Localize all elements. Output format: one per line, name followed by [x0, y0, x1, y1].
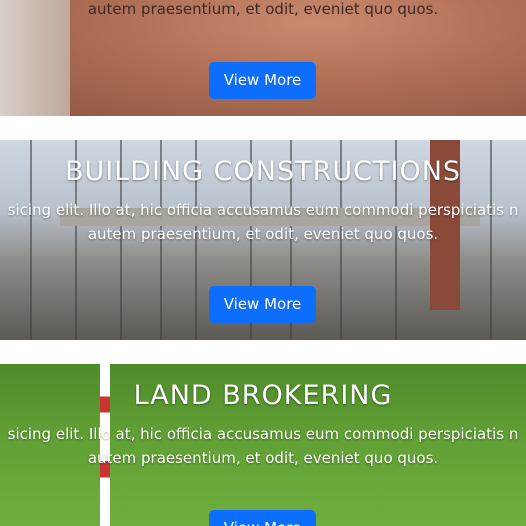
background-image [0, 0, 70, 116]
section-description-line: sicing elit. Illo at, hic officia accusa… [7, 425, 519, 443]
service-section-building-constructions: BUILDING CONSTRUCTIONS sicing elit. Illo… [0, 140, 526, 340]
section-description-line: sicing elit. Illo at, hic officia accusa… [7, 201, 519, 219]
section-description-line: autem praesentium, et odit, eveniet quo … [87, 0, 439, 18]
section-title: LAND BROKERING [133, 380, 393, 411]
section-description-line: autem praesentium, et odit, eveniet quo … [87, 225, 439, 243]
view-more-button[interactable]: View More [209, 62, 316, 99]
section-description-line: autem praesentium, et odit, eveniet quo … [87, 449, 439, 467]
service-section-land-brokering: LAND BROKERING sicing elit. Illo at, hic… [0, 364, 526, 526]
view-more-button[interactable]: View More [209, 510, 316, 526]
view-more-button[interactable]: View More [209, 286, 316, 323]
service-section-1: autem praesentium, et odit, eveniet quo … [0, 0, 526, 116]
section-title: BUILDING CONSTRUCTIONS [64, 156, 462, 187]
